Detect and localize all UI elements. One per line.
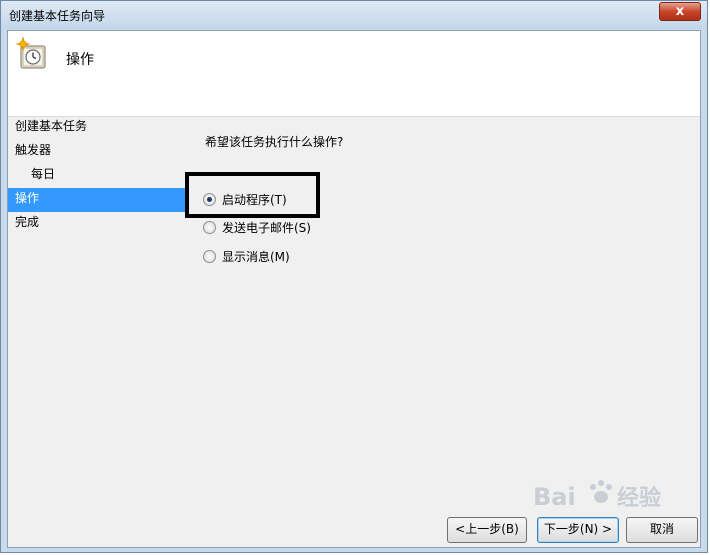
back-button[interactable]: <上一步(B) (447, 517, 527, 543)
wizard-window: 创建基本任务向导 x 操作 创建基本任务 触发器 每日 操作 完成 希望该任务执… (0, 0, 708, 553)
step-trigger[interactable]: 触发器 (8, 140, 188, 164)
radio-show-message[interactable] (203, 250, 216, 263)
step-finish[interactable]: 完成 (8, 212, 188, 236)
step-label: 每日 (31, 167, 56, 181)
step-label: 操作 (15, 191, 40, 205)
annotation-highlight-box (185, 172, 320, 218)
page-title: 操作 (66, 52, 94, 68)
option-label: 显示消息(M) (222, 250, 290, 264)
step-label: 完成 (15, 215, 40, 229)
wizard-client-area: 操作 创建基本任务 触发器 每日 操作 完成 希望该任务执行什么操作? 启动程序… (7, 30, 701, 548)
title-bar[interactable]: 创建基本任务向导 x (1, 1, 707, 29)
option-send-email[interactable]: 发送电子邮件(S) (203, 219, 311, 239)
step-label: 触发器 (15, 143, 52, 157)
close-icon: x (675, 4, 685, 19)
step-action[interactable]: 操作 (8, 188, 188, 212)
close-button[interactable]: x (659, 2, 701, 21)
option-show-message[interactable]: 显示消息(M) (203, 248, 290, 268)
wizard-steps-list: 创建基本任务 触发器 每日 操作 完成 (8, 116, 188, 236)
window-title: 创建基本任务向导 (9, 9, 106, 23)
option-label: 发送电子邮件(S) (222, 221, 311, 235)
radio-send-email[interactable] (203, 221, 216, 234)
wizard-header: 操作 (8, 31, 700, 117)
cancel-button[interactable]: 取消 (626, 517, 698, 543)
step-label: 创建基本任务 (15, 119, 88, 133)
scheduled-task-clock-icon (16, 37, 46, 69)
action-question: 希望该任务执行什么操作? (205, 135, 344, 149)
step-daily[interactable]: 每日 (8, 164, 188, 188)
step-create-basic-task[interactable]: 创建基本任务 (8, 116, 188, 140)
next-button[interactable]: 下一步(N) > (537, 517, 619, 543)
